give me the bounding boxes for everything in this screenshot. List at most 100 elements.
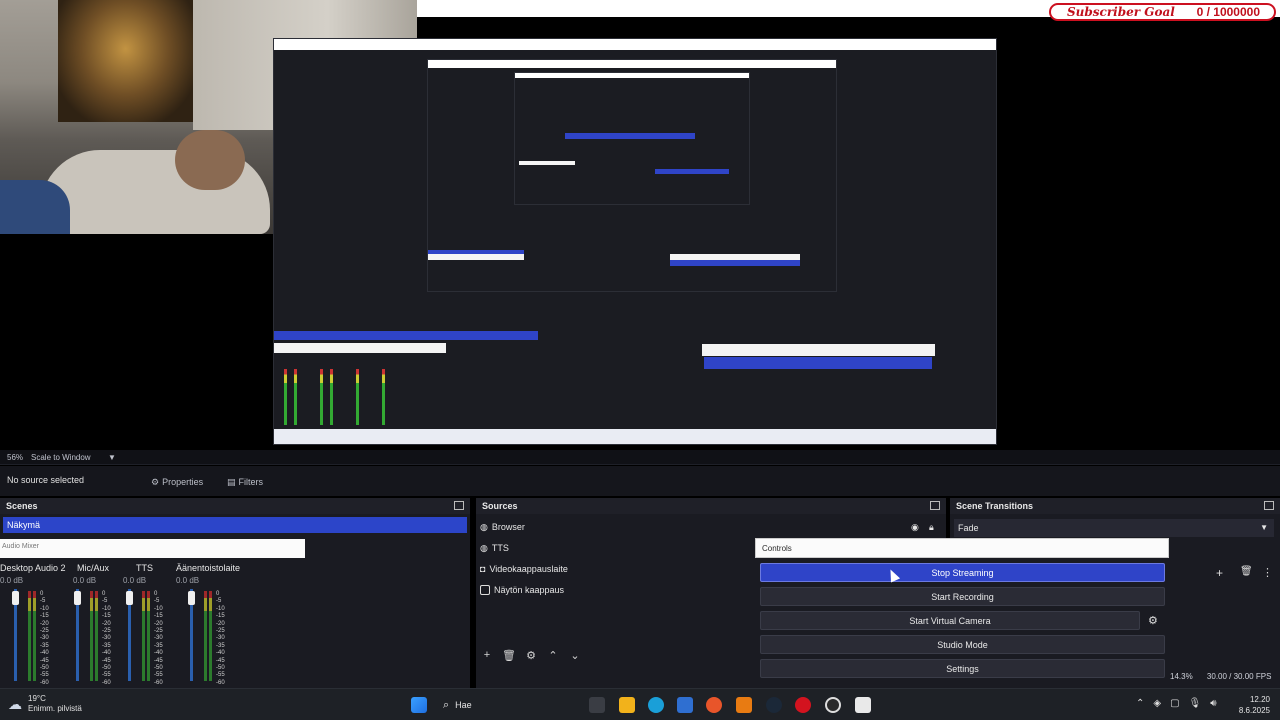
vu-meter <box>147 591 150 681</box>
channel-name: Desktop Audio 2 <box>0 563 66 573</box>
camera-icon: ◘ <box>480 564 486 574</box>
opera-icon[interactable] <box>795 697 811 713</box>
mixer-channel: Desktop Audio 2 0.0 dB 0 -5 -10 -15 -20 -25 -3… <box>0 561 70 686</box>
properties-button[interactable]: ⚙ Properties <box>151 474 203 490</box>
scene-transitions-title: Scene Transitions <box>950 498 1280 514</box>
channel-name: Äänentoistolaite <box>176 563 241 573</box>
gear-icon[interactable]: ⚙ <box>524 648 538 662</box>
filters-button[interactable]: ▤ Filters <box>227 474 263 490</box>
add-icon[interactable]: + <box>1216 566 1223 580</box>
vpn-icon[interactable]: ▢ <box>1170 698 1179 709</box>
volume-knob[interactable] <box>12 591 19 605</box>
transition-selected: Fade <box>958 523 979 533</box>
edge-icon[interactable] <box>648 697 664 713</box>
db-scale: 0 -5 -10 -15 -20 -25 -30 -35 -40 -45 -50 -55 -60 <box>40 591 49 686</box>
windows-start-icon[interactable] <box>411 697 427 713</box>
scene-item[interactable]: Näkymä <box>3 517 467 533</box>
gear-icon[interactable]: ⚙ <box>1148 614 1158 627</box>
stop-streaming-button[interactable]: Stop Streaming <box>760 563 1165 582</box>
source-label: Näytön kaappaus <box>494 585 565 595</box>
lock-icon[interactable]: 🔒︎ <box>929 522 934 533</box>
source-label: TTS <box>491 543 509 553</box>
stream-preview[interactable]: Subscriber Goal 0 / 1000000 <box>0 0 1280 450</box>
scale-mode-select[interactable]: Scale to Window <box>31 453 91 462</box>
vu-meter <box>209 591 212 681</box>
trash-icon[interactable]: 🗑︎ <box>1240 566 1253 577</box>
scenes-title: Scenes <box>0 498 470 514</box>
obs-status-bar: 14.3% 30.00 / 30.00 FPS <box>1170 672 1271 681</box>
speaker-icon[interactable]: 🔊︎ <box>1210 698 1216 709</box>
start-recording-button[interactable]: Start Recording <box>760 587 1165 606</box>
source-label: Browser <box>491 522 525 532</box>
network-icon[interactable]: ◈ <box>1153 698 1161 709</box>
nested-capture-large <box>273 38 997 445</box>
clock-time: 12.20 <box>1249 695 1270 704</box>
vu-meter <box>95 591 98 681</box>
start-virtual-camera-button[interactable]: Start Virtual Camera <box>760 611 1140 630</box>
globe-icon: ◍ <box>480 542 488 553</box>
channel-db: 0.0 dB <box>73 576 97 585</box>
more-icon[interactable]: ⋮ <box>1262 566 1273 579</box>
notepad-icon[interactable] <box>855 697 871 713</box>
volume-knob[interactable] <box>126 591 133 605</box>
weather-desc: Enimm. pilvistä <box>28 704 82 713</box>
obs-icon[interactable] <box>825 697 841 713</box>
chevron-down-icon[interactable]: ▼ <box>108 453 116 462</box>
steam-icon[interactable] <box>766 697 782 713</box>
microphone-icon[interactable]: 🎙︎ <box>1189 698 1202 709</box>
undock-icon[interactable] <box>454 501 464 510</box>
filter-icon: ▤ <box>227 476 236 487</box>
firefox-icon[interactable] <box>706 697 722 713</box>
store-icon[interactable] <box>677 697 693 713</box>
channel-db: 0.0 dB <box>176 576 200 585</box>
gear-icon: ⚙ <box>151 476 160 487</box>
file-explorer-icon[interactable] <box>619 697 635 713</box>
globe-icon: ◍ <box>480 521 488 532</box>
vu-meter <box>142 591 145 681</box>
source-item-browser[interactable]: ◍ Browser ◉ 🔒︎ <box>480 519 940 535</box>
filters-label: Filters <box>238 477 264 487</box>
vu-meter <box>204 591 207 681</box>
source-label: Videokaappauslaite <box>489 564 568 574</box>
preview-status-row: 56% Scale to Window ▼ <box>0 450 1280 465</box>
db-scale: 0 -5 -10 -15 -20 -25 -30 -35 -40 -45 -50 -55 -60 <box>102 591 111 686</box>
audio-mixer-title: Audio Mixer <box>0 539 305 558</box>
channel-name: TTS <box>136 563 153 573</box>
zoom-level: 56% <box>7 453 24 462</box>
cpu-usage: 14.3% <box>1170 672 1193 681</box>
search-icon: ⌕ <box>443 698 450 711</box>
vlc-icon[interactable] <box>736 697 752 713</box>
settings-button[interactable]: Settings <box>760 659 1165 678</box>
volume-knob[interactable] <box>188 591 195 605</box>
clock-date: 8.6.2025 <box>1238 706 1270 715</box>
vu-meter <box>33 591 36 681</box>
mixer-channel: TTS 0.0 dB 0 -5 -10 -15 -20 -25 -30 -35 -40 -45 -5… <box>114 561 184 686</box>
add-icon[interactable]: + <box>480 648 494 662</box>
sources-title: Sources <box>476 498 946 514</box>
taskbar-clock[interactable]: 12.20 8.6.2025 <box>1239 694 1270 716</box>
taskbar-search[interactable]: ⌕ Hae <box>437 694 572 716</box>
source-tools: + 🗑︎ ⚙ ⌃ ⌄ <box>480 648 582 662</box>
windows-taskbar: ☁ 19°C Enimm. pilvistä ⌕ Hae ⌃ ◈ ▢ 🎙︎ 🔊︎… <box>0 688 1280 720</box>
subscriber-goal-value: 0 / 1000000 <box>1196 5 1260 19</box>
weather-widget[interactable]: ☁ 19°C Enimm. pilvistä <box>8 694 82 714</box>
trash-icon[interactable]: 🗑︎ <box>502 648 516 662</box>
chevron-down-icon: ▼ <box>1260 523 1268 532</box>
controls-title: Controls <box>755 538 1169 558</box>
channel-db: 0.0 dB <box>123 576 147 585</box>
mixer-channel: Äänentoistolaite 0.0 dB 0 -5 -10 -15 -20 -25-… <box>176 561 256 686</box>
volume-knob[interactable] <box>74 591 81 605</box>
transition-select[interactable]: Fade ▼ <box>954 519 1274 537</box>
source-toolbar: No source selected ⚙ Properties ▤ Filter… <box>0 466 1280 496</box>
studio-mode-button[interactable]: Studio Mode <box>760 635 1165 654</box>
task-view-icon[interactable] <box>589 697 605 713</box>
channel-db: 0.0 dB <box>0 576 24 585</box>
channel-name: Mic/Aux <box>77 563 110 573</box>
undock-icon[interactable] <box>930 501 940 510</box>
chevron-down-icon[interactable]: ⌄ <box>568 648 582 662</box>
chevron-up-icon[interactable]: ⌃ <box>546 648 560 662</box>
chevron-up-icon[interactable]: ⌃ <box>1136 698 1144 709</box>
eye-icon[interactable]: ◉ <box>911 522 919 533</box>
subscriber-goal-widget: Subscriber Goal 0 / 1000000 <box>1049 3 1276 21</box>
undock-icon[interactable] <box>1264 501 1274 510</box>
